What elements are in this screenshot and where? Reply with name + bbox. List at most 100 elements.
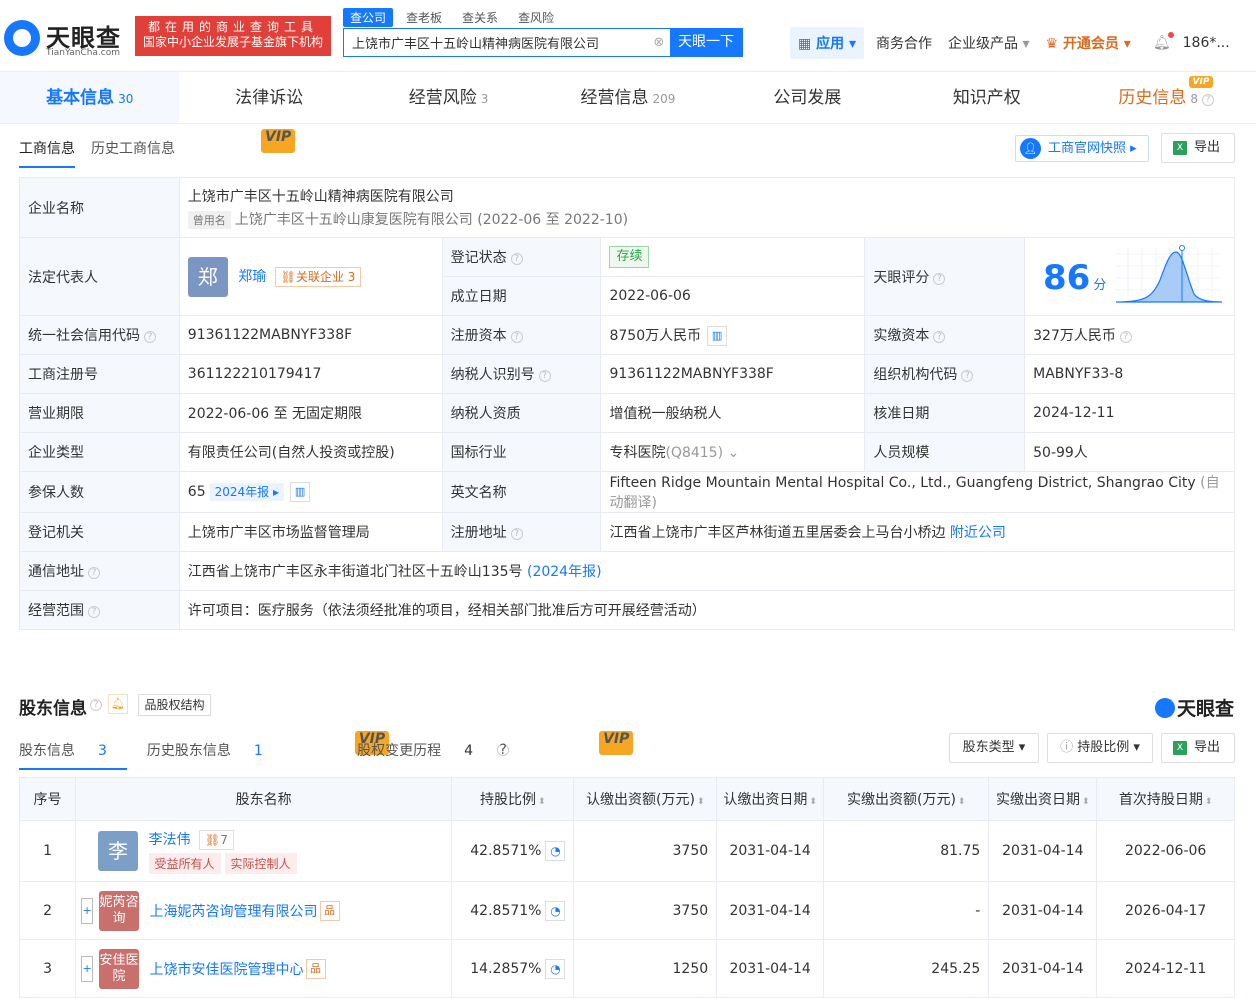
info-subtabs: 工商信息 历史工商信息 VIP (19, 129, 296, 168)
alert-bell-icon[interactable]: 🔔︎ (108, 694, 128, 714)
crown-icon: ♛ (1045, 36, 1063, 52)
pie-chart-icon[interactable]: ◔ (545, 958, 566, 979)
reg-capital-label: 注册资本? (441, 315, 602, 355)
equity-structure-button[interactable]: 品股权结构 (138, 694, 211, 716)
clear-icon[interactable]: ⊗ (648, 29, 670, 56)
paid-date: 2031-04-14 (988, 881, 1098, 940)
app-menu-button[interactable]: ▦ 应用 ▾ (790, 27, 865, 59)
chart-icon[interactable]: ▥ (290, 482, 311, 502)
user-menu[interactable]: 186*... (1183, 35, 1230, 51)
help-icon[interactable]: ? (88, 567, 100, 579)
help-icon[interactable]: ? (933, 331, 946, 343)
business-link[interactable]: 商务合作 (876, 33, 932, 53)
tianyancha-brand: 天眼查 (1155, 694, 1234, 721)
search-tab-company[interactable]: 查公司 (343, 8, 394, 27)
label-text: 注册地址 (450, 525, 507, 541)
english-label: 英文名称 (441, 471, 602, 513)
tab-basic-info[interactable]: 基本信息 30 (0, 72, 180, 123)
chart-icon[interactable]: ▥ (707, 325, 728, 346)
help-icon[interactable]: ? (1202, 94, 1215, 106)
help-icon[interactable]: ? (90, 699, 102, 711)
subtab-history-business-info[interactable]: 历史工商信息 VIP (91, 129, 296, 168)
tab-equity-changes[interactable]: 股权变更历程 4 ? VIP (357, 731, 634, 770)
col-first-date[interactable]: 首次持股日期 ⬍ (1096, 777, 1235, 821)
chain-icon: ⛓︎ (280, 269, 296, 284)
vip-button[interactable]: ♛ 开通会员 ▾ (1046, 33, 1131, 53)
official-snapshot-button[interactable]: 👤︎ 工商官网快照 ▸ (1015, 135, 1149, 162)
sort-icon: ⬍ (957, 797, 966, 807)
structure-icon[interactable]: 品 (319, 900, 340, 921)
bell-icon[interactable]: 🔔︎ (1153, 32, 1174, 51)
tianyan-score[interactable]: 86 分 (1043, 258, 1106, 298)
tianyancha-logo[interactable]: 天眼查 TianYanCha.com (4, 16, 129, 60)
export-button[interactable]: X 导出 (1161, 133, 1235, 163)
tab-development[interactable]: 公司发展 (718, 72, 897, 123)
tab-legal[interactable]: 法律诉讼 (179, 72, 358, 123)
col-sub-amount[interactable]: 认缴出资额(万元) ⬍ (573, 777, 718, 821)
tab-shareholders[interactable]: 股东信息 3 (19, 740, 127, 770)
shareholder-type-dropdown[interactable]: 股东类型 ▾ (949, 733, 1039, 763)
expand-button[interactable]: + (81, 897, 94, 924)
tab-history[interactable]: 历史信息 8? VIP (1077, 72, 1256, 123)
related-companies-tag[interactable]: ⛓︎关联企业 3 (274, 266, 362, 287)
help-icon[interactable]: ? (144, 331, 156, 343)
chain-count-tag[interactable]: ⛓︎7 (198, 829, 234, 850)
mail-report-link[interactable]: (2024年报) (527, 564, 602, 580)
main-tabs: 基本信息 30 法律诉讼 经营风险 3 经营信息 209 公司发展 知识产权 历史信息… (0, 72, 1256, 124)
industry-cell[interactable]: 专科医院(Q8415) ⌄ (600, 432, 866, 472)
search-tab-boss[interactable]: 查老板 (399, 8, 449, 27)
help-icon[interactable]: ? (510, 528, 523, 540)
col-paid-date[interactable]: 实缴出资日期 ⬍ (988, 777, 1098, 821)
shareholder-link[interactable]: 李法伟 (149, 832, 191, 848)
tab-count: 1 (253, 743, 263, 759)
table-header: 序号 股东名称 持股比例 ⬍ 认缴出资额(万元) ⬍ 认缴出资日期 ⬍ 实缴出资额(万… (18, 777, 1235, 821)
tab-count: 8 (1190, 92, 1199, 106)
help-icon[interactable]: ? (538, 370, 551, 382)
notification-dot (1167, 32, 1174, 38)
annual-report-tag[interactable]: 2024年报 ▸ (209, 483, 285, 501)
help-icon[interactable]: ? (510, 331, 523, 343)
tab-ip[interactable]: 知识产权 (897, 72, 1076, 123)
help-icon[interactable]: ? (88, 606, 100, 618)
staff-label: 人员规模 (864, 432, 1026, 472)
excel-icon: X (1173, 141, 1187, 155)
col-ratio[interactable]: 持股比例 ⬍ (451, 777, 575, 821)
equity-label: 股权结构 (156, 698, 205, 712)
col-paid-amount[interactable]: 实缴出资额(万元) ⬍ (823, 777, 990, 821)
label-text: 实缴资本 (873, 328, 930, 344)
pie-chart-icon[interactable]: ◔ (545, 900, 566, 921)
search-input[interactable] (344, 29, 648, 56)
help-icon[interactable]: ? (510, 253, 523, 265)
reg-no: 361122210179417 (178, 354, 443, 394)
shareholder-link[interactable]: 上饶市安佳医院管理中心 (150, 962, 304, 978)
search-tab-risk[interactable]: 查风险 (511, 8, 561, 27)
enterprise-menu[interactable]: 企业级产品 ▾ (948, 33, 1029, 53)
subtab-business-info[interactable]: 工商信息 (19, 138, 75, 168)
pie-chart-icon[interactable]: ◔ (545, 841, 566, 861)
excel-icon: X (1173, 741, 1187, 755)
user-icon: 👤︎ (1020, 138, 1041, 159)
taxpayer-id-label: 纳税人识别号? (441, 354, 602, 394)
tab-operation[interactable]: 经营信息 209 (538, 72, 717, 123)
table-row: 1 李 李法伟 ⛓︎7 受益所有人 实际控制人 42.8571% ◔ 3750 20… (18, 820, 1235, 882)
ratio-dropdown[interactable]: ⓘ 持股比例 ▾ (1047, 733, 1153, 763)
col-sub-date[interactable]: 认缴出资日期 ⬍ (716, 777, 825, 821)
search-tab-relation[interactable]: 查关系 (455, 8, 505, 27)
help-icon[interactable]: ? (1119, 331, 1132, 343)
tab-history-shareholders[interactable]: 历史股东信息 1VIP (147, 731, 390, 770)
legal-rep-link[interactable]: 郑瑜 (238, 269, 266, 285)
structure-icon[interactable]: 品 (305, 958, 326, 979)
tab-risk[interactable]: 经营风险 3 (359, 72, 538, 123)
help-icon[interactable]: ? (497, 743, 510, 757)
shareholder-export-button[interactable]: X 导出 (1161, 733, 1235, 763)
help-icon[interactable]: ? (961, 370, 974, 382)
vip-badge: VIP (261, 129, 296, 153)
shareholder-link[interactable]: 上海妮芮咨询管理有限公司 (150, 904, 318, 920)
help-icon[interactable]: ? (933, 272, 946, 285)
expand-button[interactable]: + (81, 955, 94, 982)
nearby-companies-link[interactable]: 附近公司 (950, 525, 1006, 541)
col-label: 认缴出资日期 (723, 792, 808, 808)
org-code: MABNYF33-8 (1024, 354, 1235, 394)
insured-cell: 65 2024年报 ▸ ▥ (178, 471, 443, 513)
search-button[interactable]: 天眼一下 (670, 29, 742, 56)
